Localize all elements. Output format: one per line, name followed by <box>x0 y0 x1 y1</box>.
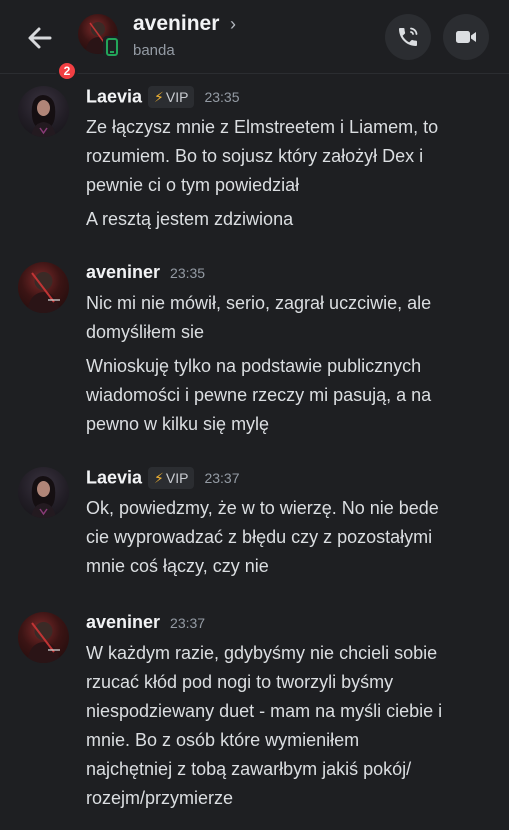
message-line: Nic mi nie mówił, serio, zagrał uczciwie… <box>86 293 432 313</box>
video-call-button[interactable] <box>443 14 489 60</box>
vip-label: VIP <box>165 89 189 105</box>
timestamp: 23:37 <box>204 470 240 486</box>
voice-call-button[interactable] <box>385 14 431 60</box>
channel-header: 2 aveniner › banda <box>0 0 509 82</box>
message-line: rzucać kłód pod nogi to tworzyli byśmy <box>86 672 394 692</box>
vip-label: VIP <box>165 470 189 486</box>
message-header: Laevia ⚡ VIP 23:35 <box>86 86 240 112</box>
message-line: Wnioskuję tylko na podstawie publicznych <box>86 356 422 376</box>
timestamp: 23:35 <box>170 264 206 281</box>
dm-screen: 2 aveniner › banda Laevia ⚡ VIP 23:35 Ze… <box>0 0 509 830</box>
message-line: pewno w kilku się mylę <box>86 414 270 434</box>
avatar-image <box>27 272 60 313</box>
author-name[interactable]: Laevia <box>86 468 142 488</box>
message-line: Ze łączysz mnie z Elmstreetem i Liamem, … <box>86 117 439 137</box>
message-line: A resztą jestem zdziwiona <box>86 209 294 229</box>
message-header: Laevia ⚡ VIP 23:37 <box>86 467 240 493</box>
mobile-phone-icon <box>106 38 118 56</box>
author-name[interactable]: Laevia <box>86 87 142 107</box>
channel-name[interactable]: aveniner <box>133 12 219 36</box>
author-name[interactable]: aveniner <box>86 262 160 282</box>
lightning-bolt-icon: ⚡ <box>154 89 164 105</box>
timestamp: 23:35 <box>204 89 240 105</box>
message-line: Ok, powiedzmy, że w to wierzę. No nie be… <box>86 498 439 518</box>
arrow-left-icon <box>28 27 52 49</box>
vip-badge: ⚡ VIP <box>148 467 195 489</box>
message-line: mnie coś łączy, czy nie <box>86 556 269 576</box>
message-line: cie wyprowadzać z błędu czy z pozostałym… <box>86 527 433 547</box>
message-header: aveniner 23:35 <box>86 262 205 288</box>
avatar[interactable] <box>18 467 69 518</box>
message-line: pewnie ci o tym powiedział <box>86 175 300 195</box>
message-header: aveniner 23:37 <box>86 612 205 638</box>
message-line: W każdym razie, gdybyśmy nie chcieli sob… <box>86 643 438 663</box>
avatar-image <box>27 622 60 663</box>
avatar[interactable] <box>18 86 69 137</box>
back-button[interactable]: 2 <box>20 18 78 82</box>
avatar-image <box>31 95 56 137</box>
message-line: rozumiem. Bo to sojusz który założył Dex… <box>86 146 424 166</box>
timestamp: 23:37 <box>170 614 206 631</box>
message-line: mnie. Bo z osób które wymieniłem <box>86 730 360 750</box>
lightning-bolt-icon: ⚡ <box>154 470 164 486</box>
channel-subtitle: banda <box>133 42 175 59</box>
chevron-right-icon[interactable]: › <box>230 14 236 35</box>
phone-icon <box>399 27 418 46</box>
mobile-status-indicator <box>103 36 121 58</box>
unread-badge: 2 <box>56 60 78 82</box>
message-line: rozejm/przymierze <box>86 788 234 808</box>
video-camera-icon <box>456 31 476 43</box>
avatar[interactable] <box>18 262 69 313</box>
message-line: najchętniej z tobą zawarłbym jakiś pokój… <box>86 759 412 779</box>
message-line: domyśliłem sie <box>86 322 205 342</box>
vip-badge: ⚡ VIP <box>148 86 195 108</box>
avatar[interactable] <box>18 612 69 663</box>
avatar-image <box>31 476 56 518</box>
message-line: niespodziewany duet - mam na myśli ciebi… <box>86 701 443 721</box>
author-name[interactable]: aveniner <box>86 612 160 632</box>
message-line: wiadomości i pewne rzeczy mi pasują, a n… <box>86 385 432 405</box>
